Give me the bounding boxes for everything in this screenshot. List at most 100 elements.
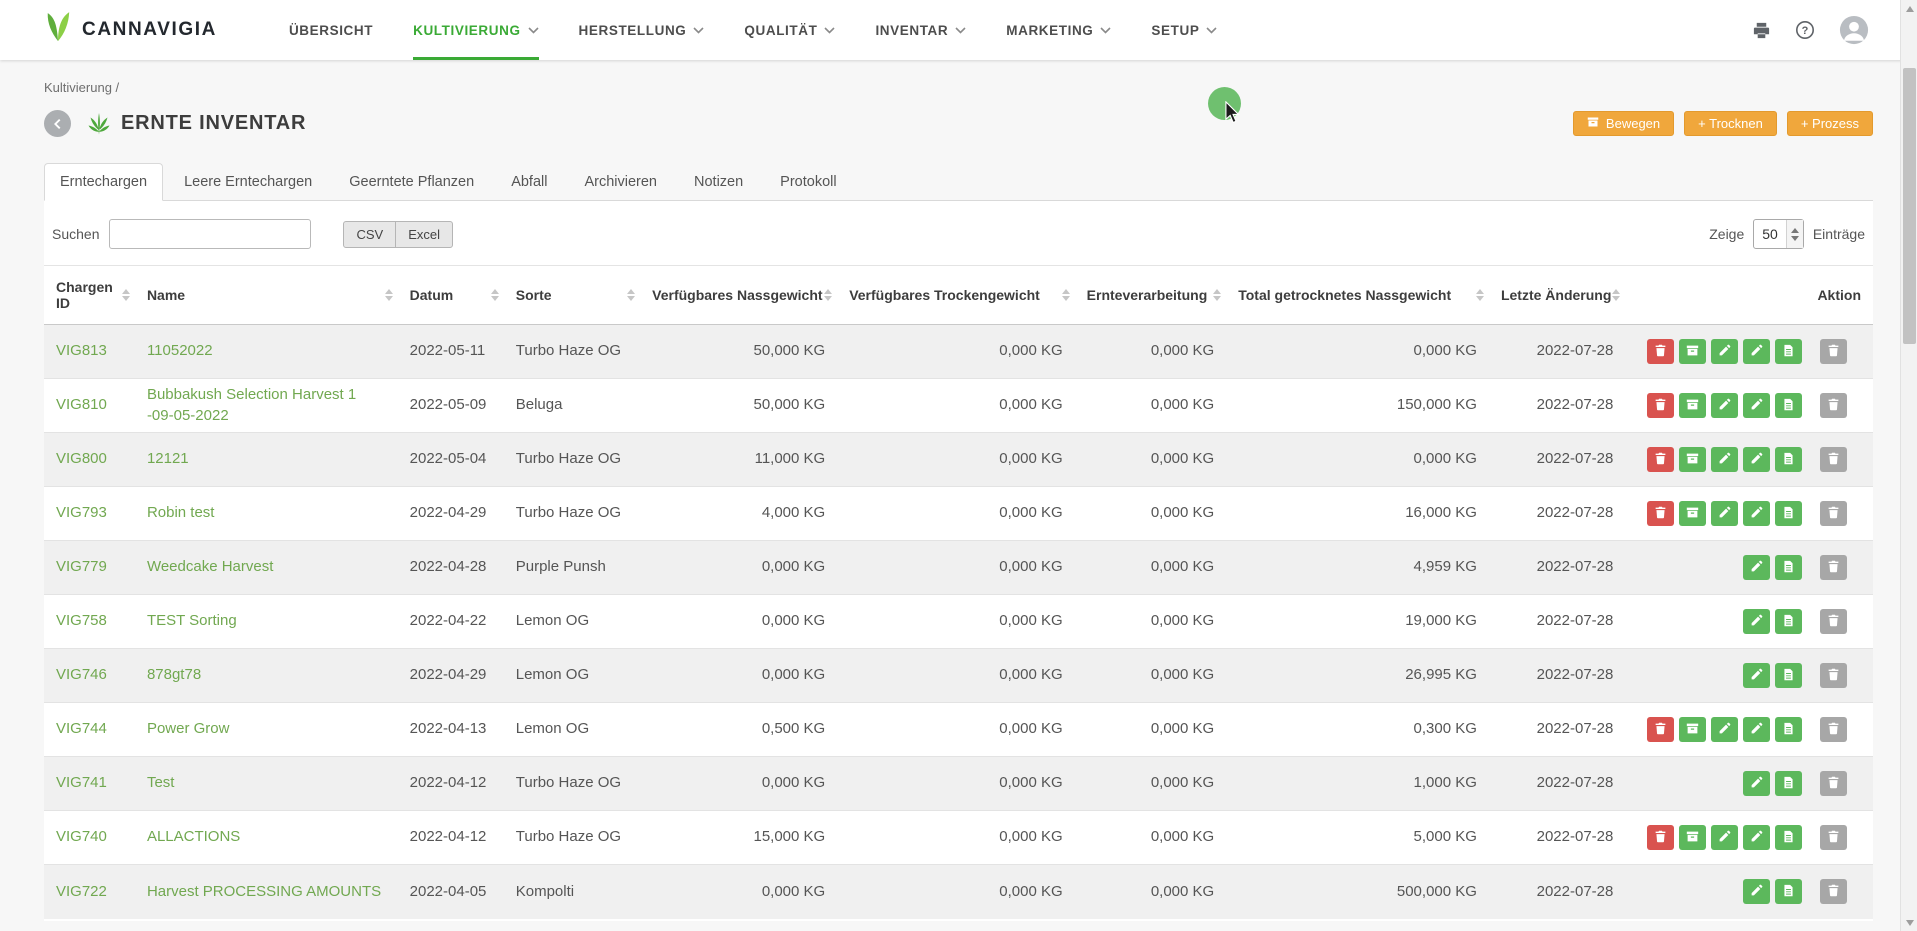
edit-button[interactable] [1743,555,1770,580]
delete-button[interactable] [1647,447,1674,472]
archive-button[interactable] [1820,501,1847,526]
edit-weights-button[interactable] [1711,717,1738,742]
column-header-sorte[interactable]: Sorte [504,266,640,325]
archive-button[interactable] [1820,447,1847,472]
archive-button[interactable] [1820,663,1847,688]
report-button[interactable] [1775,879,1802,904]
chargen-id-link[interactable]: VIG741 [56,774,107,791]
edit-button[interactable] [1743,339,1770,364]
move-button[interactable] [1679,393,1706,418]
delete-button[interactable] [1647,501,1674,526]
report-button[interactable] [1775,339,1802,364]
back-button[interactable] [44,110,71,137]
help-icon[interactable]: ? [1795,20,1815,40]
chargen-id-link[interactable]: VIG740 [56,828,107,845]
name-link[interactable]: Bubbakush Selection Harvest 1 -09-05-202… [147,386,356,423]
tab-erntechargen[interactable]: Erntechargen [44,163,163,201]
column-header-trockengewicht[interactable]: Verfügbares Trockengewicht [837,266,1074,325]
archive-button[interactable] [1820,879,1847,904]
name-link[interactable]: Power Grow [147,720,230,737]
breadcrumb[interactable]: Kultivierung / [44,80,1873,95]
edit-button[interactable] [1743,609,1770,634]
chargen-id-link[interactable]: VIG744 [56,720,107,737]
delete-button[interactable] [1647,393,1674,418]
vertical-scrollbar[interactable] [1900,0,1917,931]
scroll-up-arrow[interactable] [1901,0,1917,17]
csv-export-button[interactable]: CSV [343,221,396,248]
edit-weights-button[interactable] [1711,501,1738,526]
chargen-id-link[interactable]: VIG746 [56,666,107,683]
user-avatar[interactable] [1839,15,1869,45]
edit-button[interactable] [1743,447,1770,472]
name-link[interactable]: 12121 [147,450,189,467]
report-button[interactable] [1775,609,1802,634]
nav-item-inventar[interactable]: INVENTAR [875,0,966,60]
tab-abfall[interactable]: Abfall [495,163,563,201]
move-button[interactable] [1679,825,1706,850]
edit-button[interactable] [1743,717,1770,742]
column-header-datum[interactable]: Datum [398,266,504,325]
chargen-id-link[interactable]: VIG779 [56,558,107,575]
excel-export-button[interactable]: Excel [395,221,453,248]
chargen-id-link[interactable]: VIG793 [56,504,107,521]
report-button[interactable] [1775,555,1802,580]
name-link[interactable]: Test [147,774,175,791]
scrollbar-thumb[interactable] [1903,68,1916,344]
report-button[interactable] [1775,771,1802,796]
name-link[interactable]: TEST Sorting [147,612,237,629]
name-link[interactable]: 878gt78 [147,666,201,683]
nav-item-setup[interactable]: SETUP [1151,0,1217,60]
name-link[interactable]: 11052022 [147,342,213,359]
edit-weights-button[interactable] [1711,339,1738,364]
print-icon[interactable] [1752,21,1771,40]
archive-button[interactable] [1820,339,1847,364]
delete-button[interactable] [1647,717,1674,742]
archive-button[interactable] [1820,393,1847,418]
scroll-down-arrow[interactable] [1901,914,1917,931]
archive-button[interactable] [1820,771,1847,796]
edit-weights-button[interactable] [1711,825,1738,850]
page-size-select[interactable]: 50 [1753,219,1804,249]
column-header-ernteverarbeitung[interactable]: Ernteverarbeitung [1075,266,1227,325]
archive-button[interactable] [1820,609,1847,634]
report-button[interactable] [1775,393,1802,418]
chargen-id-link[interactable]: VIG722 [56,883,107,900]
tab-geerntete-pflanzen[interactable]: Geerntete Pflanzen [333,163,490,201]
name-link[interactable]: Robin test [147,504,215,521]
column-header-total-nassgewicht[interactable]: Total getrocknetes Nassgewicht [1226,266,1489,325]
column-header-name[interactable]: Name [135,266,398,325]
edit-button[interactable] [1743,501,1770,526]
move-button[interactable] [1679,447,1706,472]
nav-item-uebersicht[interactable]: ÜBERSICHT [289,0,373,60]
edit-button[interactable] [1743,393,1770,418]
nav-item-marketing[interactable]: MARKETING [1006,0,1111,60]
trocknen-button[interactable]: + Trocknen [1684,111,1777,136]
move-button[interactable] [1679,717,1706,742]
edit-button[interactable] [1743,879,1770,904]
edit-button[interactable] [1743,663,1770,688]
column-header-letzte-aenderung[interactable]: Letzte Änderung [1489,266,1625,325]
report-button[interactable] [1775,825,1802,850]
chargen-id-link[interactable]: VIG758 [56,612,107,629]
nav-item-kultivierung[interactable]: KULTIVIERUNG [413,0,538,60]
brand-logo[interactable]: CANNAVIGIA [44,0,217,60]
delete-button[interactable] [1647,339,1674,364]
nav-item-herstellung[interactable]: HERSTELLUNG [579,0,705,60]
move-button[interactable] [1679,501,1706,526]
archive-button[interactable] [1820,555,1847,580]
search-input[interactable] [109,219,311,249]
edit-button[interactable] [1743,771,1770,796]
archive-button[interactable] [1820,825,1847,850]
column-header-chargen-id[interactable]: Chargen ID [44,266,135,325]
edit-button[interactable] [1743,825,1770,850]
tab-notizen[interactable]: Notizen [678,163,759,201]
move-button[interactable] [1679,339,1706,364]
tab-protokoll[interactable]: Protokoll [764,163,852,201]
archive-button[interactable] [1820,717,1847,742]
delete-button[interactable] [1647,825,1674,850]
tab-archivieren[interactable]: Archivieren [568,163,673,201]
bewegen-button[interactable]: Bewegen [1573,111,1674,136]
chargen-id-link[interactable]: VIG813 [56,342,107,359]
name-link[interactable]: Harvest PROCESSING AMOUNTS [147,883,381,900]
name-link[interactable]: Weedcake Harvest [147,558,273,575]
